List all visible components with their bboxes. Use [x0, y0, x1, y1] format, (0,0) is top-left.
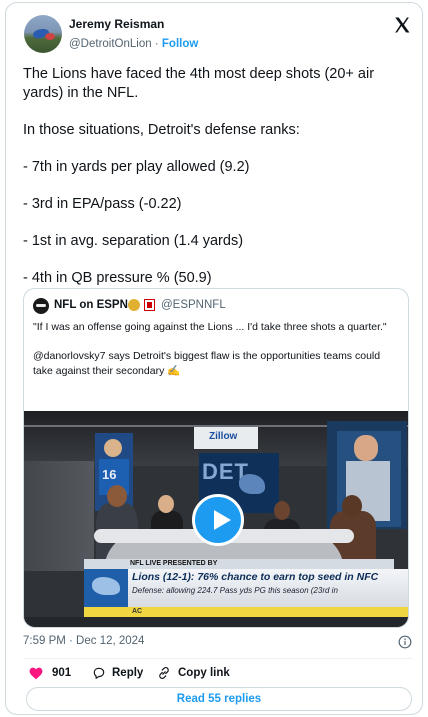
- author-meta: @DetroitOnLion · Follow: [69, 38, 198, 50]
- host-center-head: [158, 495, 174, 513]
- tweet-line: - 4th in QB pressure % (50.9): [23, 269, 212, 286]
- link-icon[interactable]: [157, 666, 171, 680]
- tweet-line: In those situations, Detroit's defense r…: [23, 121, 300, 138]
- tweet-text: The Lions have faced the 4th most deep s…: [23, 65, 413, 287]
- quoted-text-line: @danorlovsky7 says Detroit's biggest fla…: [33, 350, 381, 377]
- quoted-avatar[interactable]: [33, 298, 49, 314]
- player-head: [104, 439, 122, 457]
- author-name[interactable]: Jeremy Reisman: [69, 17, 164, 31]
- reply-icon[interactable]: [92, 666, 106, 680]
- tweet-line: - 7th in yards per play allowed (9.2): [23, 158, 250, 175]
- heart-icon[interactable]: [29, 667, 43, 680]
- video-thumbnail[interactable]: 16 Zillow DET NFL LIVE PRESENTED BY Lion…: [24, 411, 408, 627]
- follow-button[interactable]: Follow: [162, 38, 198, 50]
- analyst-right-head: [342, 495, 362, 517]
- reply-button[interactable]: Reply: [112, 667, 143, 679]
- quoted-author-handle[interactable]: @ESPNNFL: [161, 299, 226, 311]
- tweet-line: - 3rd in EPA/pass (-0.22): [23, 195, 182, 212]
- studio-wall: [24, 461, 94, 571]
- coach-head: [354, 435, 378, 461]
- tweet-timestamp[interactable]: 7:59 PM · Dec 12, 2024: [23, 635, 144, 647]
- chyron-ticker-text: AC: [132, 608, 143, 615]
- avatar-figure-accent: [45, 33, 55, 40]
- sponsor-logo: Zillow: [209, 431, 238, 442]
- play-button[interactable]: [192, 494, 244, 546]
- chyron-headline: Lions (12-1): 76% chance to earn top see…: [132, 571, 379, 583]
- author-avatar[interactable]: [24, 15, 62, 53]
- read-replies-button[interactable]: Read 55 replies: [26, 687, 412, 711]
- chyron-lion-icon: [92, 577, 120, 595]
- quoted-text-line: "If I was an offense going against the L…: [33, 321, 387, 333]
- tweet-line: - 1st in avg. separation (1.4 yards): [23, 232, 244, 249]
- jersey-number: 16: [102, 467, 117, 482]
- like-count[interactable]: 901: [52, 667, 71, 679]
- quoted-tweet[interactable]: NFL on ESPN @ESPNNFL "If I was an offens…: [23, 288, 409, 628]
- divider: [23, 658, 413, 659]
- play-icon: [214, 510, 231, 530]
- quoted-text: "If I was an offense going against the L…: [33, 320, 395, 378]
- x-logo-icon[interactable]: [393, 16, 411, 34]
- analyst-center-right-head: [274, 501, 290, 520]
- analyst-left-head: [107, 485, 127, 507]
- author-handle[interactable]: @DetroitOnLion: [69, 38, 152, 50]
- quoted-author-name[interactable]: NFL on ESPN: [54, 299, 128, 311]
- tweet-card: Jeremy Reisman @DetroitOnLion · Follow T…: [5, 2, 423, 715]
- info-icon[interactable]: [398, 635, 412, 649]
- verified-badge-icon: [128, 299, 140, 311]
- studio-floor: [24, 617, 408, 627]
- copy-link-button[interactable]: Copy link: [178, 667, 230, 679]
- affiliate-badge-icon: [144, 299, 155, 311]
- meta-separator: ·: [154, 38, 159, 50]
- chyron-subline: Defense: allowing 224.7 Pass yds PG this…: [132, 586, 338, 595]
- chyron-label: NFL LIVE PRESENTED BY: [130, 560, 218, 567]
- tweet-line: The Lions have faced the 4th most deep s…: [23, 66, 375, 101]
